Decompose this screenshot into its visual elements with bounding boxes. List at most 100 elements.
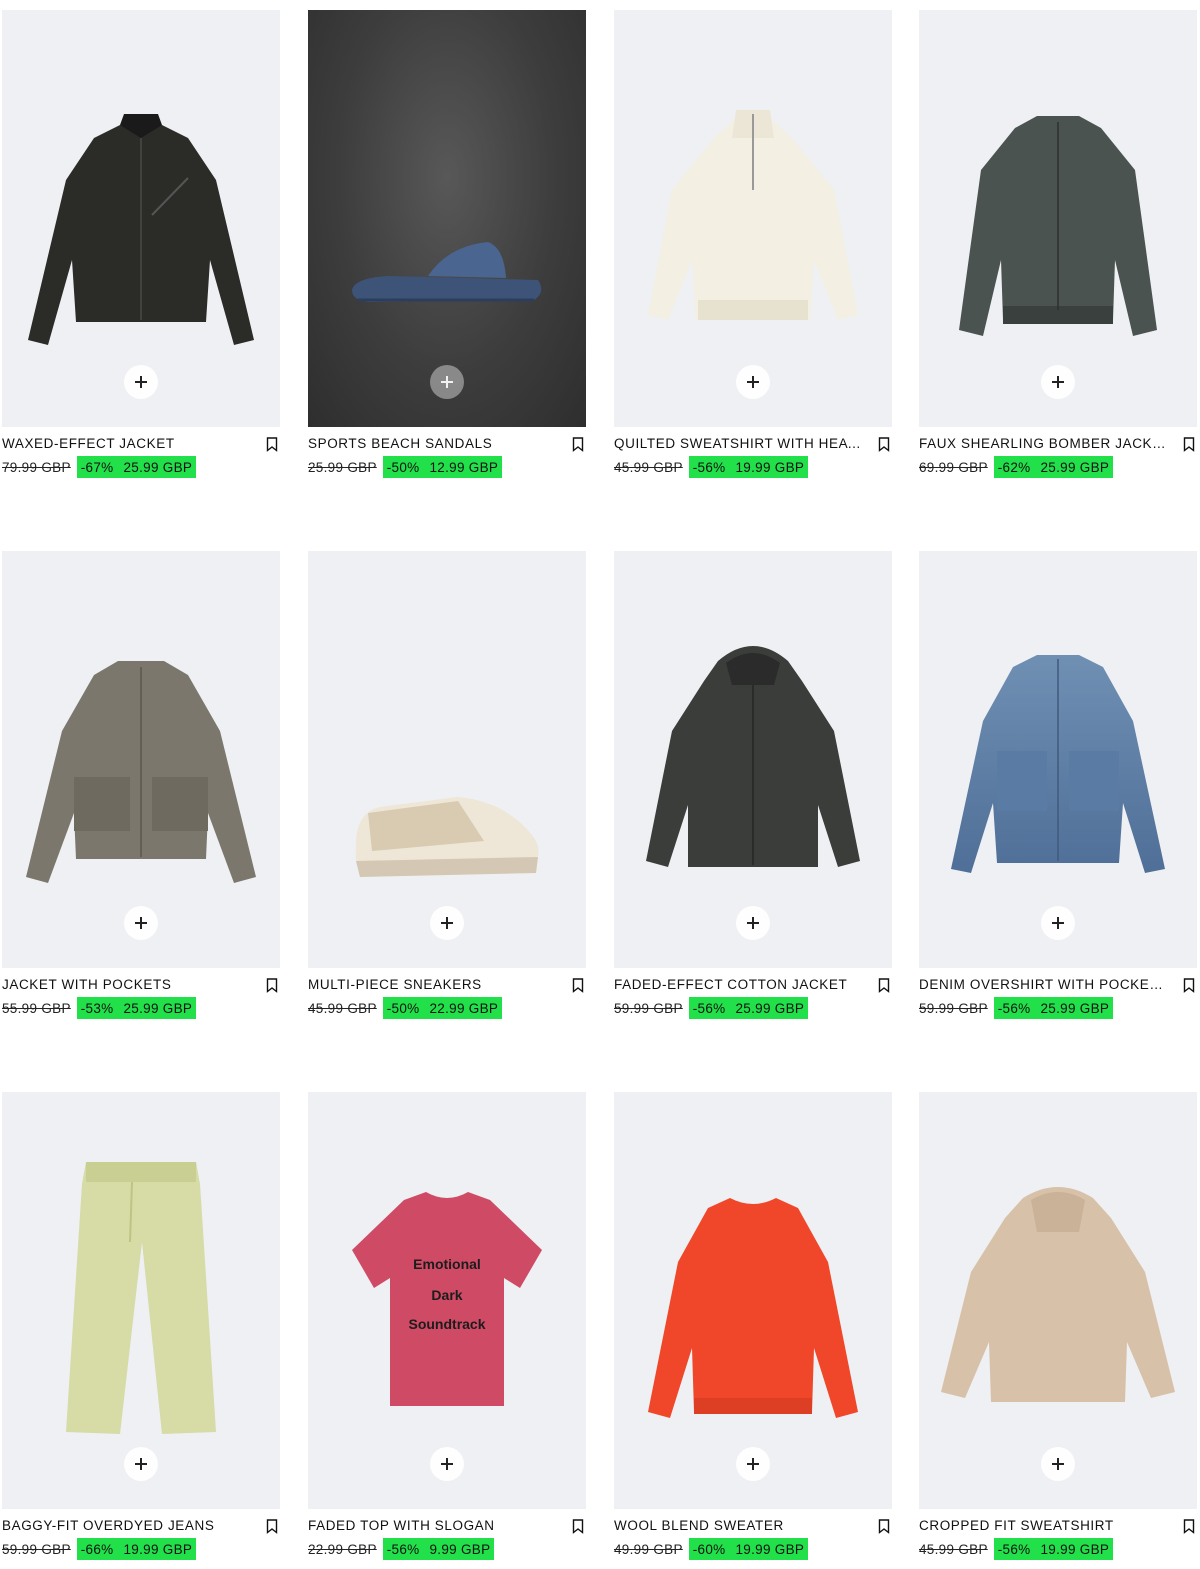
- sale-badge: -56% 19.99 GBP: [993, 1538, 1114, 1560]
- product-card[interactable]: JACKET WITH POCKETS 55.99 GBP -53% 25.99 …: [2, 551, 280, 1028]
- sale-badge: -53% 25.99 GBP: [76, 997, 197, 1019]
- original-price: 79.99 GBP: [2, 459, 71, 475]
- product-card[interactable]: SPORTS BEACH SANDALS 25.99 GBP -50% 12.99…: [308, 10, 586, 487]
- discount-percent: -56%: [386, 1541, 420, 1557]
- bookmark-icon[interactable]: [878, 1519, 890, 1534]
- product-card[interactable]: WOOL BLEND SWEATER 49.99 GBP -60% 19.99 G…: [614, 1092, 892, 1569]
- product-name[interactable]: FADED TOP WITH SLOGAN: [308, 1518, 556, 1533]
- plus-icon: [441, 376, 453, 388]
- bookmark-icon[interactable]: [878, 437, 890, 452]
- bookmark-icon[interactable]: [1183, 437, 1195, 452]
- original-price: 45.99 GBP: [919, 1541, 988, 1557]
- bookmark-icon[interactable]: [266, 978, 278, 993]
- original-price: 69.99 GBP: [919, 459, 988, 475]
- sale-price: 25.99 GBP: [1040, 459, 1110, 475]
- bookmark-icon[interactable]: [878, 978, 890, 993]
- sale-badge: -62% 25.99 GBP: [993, 456, 1114, 478]
- product-name[interactable]: DENIM OVERSHIRT WITH POCKETS: [919, 977, 1167, 992]
- add-to-cart-button[interactable]: [1041, 1447, 1075, 1481]
- price-row: 22.99 GBP -56% 9.99 GBP: [308, 1538, 495, 1560]
- product-name[interactable]: CROPPED FIT SWEATSHIRT: [919, 1518, 1167, 1533]
- price-row: 25.99 GBP -50% 12.99 GBP: [308, 456, 503, 478]
- product-image[interactable]: [2, 10, 280, 427]
- add-to-cart-button[interactable]: [124, 1447, 158, 1481]
- product-image[interactable]: [2, 551, 280, 968]
- product-image[interactable]: [308, 551, 586, 968]
- product-image[interactable]: [614, 551, 892, 968]
- bookmark-icon[interactable]: [1183, 978, 1195, 993]
- original-price: 59.99 GBP: [2, 1541, 71, 1557]
- price-row: 79.99 GBP -67% 25.99 GBP: [2, 456, 197, 478]
- bookmark-icon[interactable]: [572, 437, 584, 452]
- add-to-cart-button[interactable]: [430, 1447, 464, 1481]
- product-name[interactable]: QUILTED SWEATSHIRT WITH HEAT...: [614, 436, 862, 451]
- add-to-cart-button[interactable]: [736, 906, 770, 940]
- bookmark-icon[interactable]: [572, 978, 584, 993]
- discount-percent: -56%: [997, 1541, 1031, 1557]
- price-row: 55.99 GBP -53% 25.99 GBP: [2, 997, 197, 1019]
- original-price: 22.99 GBP: [308, 1541, 377, 1557]
- price-row: 45.99 GBP -56% 19.99 GBP: [614, 456, 809, 478]
- plus-icon: [747, 917, 759, 929]
- product-name[interactable]: WAXED-EFFECT JACKET: [2, 436, 250, 451]
- add-to-cart-button[interactable]: [1041, 365, 1075, 399]
- sale-badge: -50% 12.99 GBP: [382, 456, 503, 478]
- product-image[interactable]: [919, 10, 1197, 427]
- product-card[interactable]: MULTI-PIECE SNEAKERS 45.99 GBP -50% 22.99…: [308, 551, 586, 1028]
- plus-icon: [1052, 376, 1064, 388]
- product-card[interactable]: WAXED-EFFECT JACKET 79.99 GBP -67% 25.99 …: [2, 10, 280, 487]
- discount-percent: -50%: [386, 1000, 420, 1016]
- discount-percent: -50%: [386, 459, 420, 475]
- product-image[interactable]: [919, 1092, 1197, 1509]
- bookmark-icon[interactable]: [266, 437, 278, 452]
- product-name[interactable]: BAGGY-FIT OVERDYED JEANS: [2, 1518, 250, 1533]
- product-card[interactable]: FADED-EFFECT COTTON JACKET 59.99 GBP -56…: [614, 551, 892, 1028]
- price-row: 59.99 GBP -66% 19.99 GBP: [2, 1538, 197, 1560]
- product-card[interactable]: BAGGY-FIT OVERDYED JEANS 59.99 GBP -66% 1…: [2, 1092, 280, 1569]
- product-name[interactable]: FAUX SHEARLING BOMBER JACKET: [919, 436, 1167, 451]
- product-image[interactable]: [614, 10, 892, 427]
- sale-badge: -67% 25.99 GBP: [76, 456, 197, 478]
- add-to-cart-button[interactable]: [736, 365, 770, 399]
- plus-icon: [1052, 1458, 1064, 1470]
- sale-badge: -60% 19.99 GBP: [688, 1538, 809, 1560]
- add-to-cart-button[interactable]: [124, 365, 158, 399]
- bookmark-icon[interactable]: [266, 1519, 278, 1534]
- discount-percent: -56%: [692, 1000, 726, 1016]
- product-image[interactable]: [614, 1092, 892, 1509]
- product-card[interactable]: QUILTED SWEATSHIRT WITH HEAT... 45.99 GB…: [614, 10, 892, 487]
- product-image[interactable]: [2, 1092, 280, 1509]
- product-image[interactable]: Emotional Dark Soundtrack: [308, 1092, 586, 1509]
- product-image[interactable]: [919, 551, 1197, 968]
- bookmark-icon[interactable]: [572, 1519, 584, 1534]
- sale-badge: -56% 25.99 GBP: [993, 997, 1114, 1019]
- sale-price: 19.99 GBP: [1040, 1541, 1110, 1557]
- add-to-cart-button[interactable]: [430, 906, 464, 940]
- product-card[interactable]: CROPPED FIT SWEATSHIRT 45.99 GBP -56% 19.…: [919, 1092, 1197, 1569]
- original-price: 49.99 GBP: [614, 1541, 683, 1557]
- product-name[interactable]: SPORTS BEACH SANDALS: [308, 436, 556, 451]
- product-image[interactable]: [308, 10, 586, 427]
- bookmark-icon[interactable]: [1183, 1519, 1195, 1534]
- discount-percent: -60%: [692, 1541, 726, 1557]
- product-name[interactable]: MULTI-PIECE SNEAKERS: [308, 977, 556, 992]
- price-row: 49.99 GBP -60% 19.99 GBP: [614, 1538, 809, 1560]
- add-to-cart-button[interactable]: [124, 906, 158, 940]
- add-to-cart-button[interactable]: [430, 365, 464, 399]
- product-name[interactable]: WOOL BLEND SWEATER: [614, 1518, 862, 1533]
- product-grid: WAXED-EFFECT JACKET 79.99 GBP -67% 25.99 …: [0, 0, 1200, 1569]
- product-name[interactable]: JACKET WITH POCKETS: [2, 977, 250, 992]
- price-row: 69.99 GBP -62% 25.99 GBP: [919, 456, 1114, 478]
- discount-percent: -62%: [997, 459, 1031, 475]
- plus-icon: [441, 1458, 453, 1470]
- price-row: 45.99 GBP -56% 19.99 GBP: [919, 1538, 1114, 1560]
- product-card[interactable]: Emotional Dark Soundtrack FADED TOP WITH…: [308, 1092, 586, 1569]
- add-to-cart-button[interactable]: [1041, 906, 1075, 940]
- plus-icon: [747, 1458, 759, 1470]
- print-line-2: Dark: [431, 1287, 462, 1303]
- discount-percent: -66%: [80, 1541, 114, 1557]
- product-card[interactable]: DENIM OVERSHIRT WITH POCKETS 59.99 GBP -…: [919, 551, 1197, 1028]
- product-card[interactable]: FAUX SHEARLING BOMBER JACKET 69.99 GBP -…: [919, 10, 1197, 487]
- product-name[interactable]: FADED-EFFECT COTTON JACKET: [614, 977, 862, 992]
- add-to-cart-button[interactable]: [736, 1447, 770, 1481]
